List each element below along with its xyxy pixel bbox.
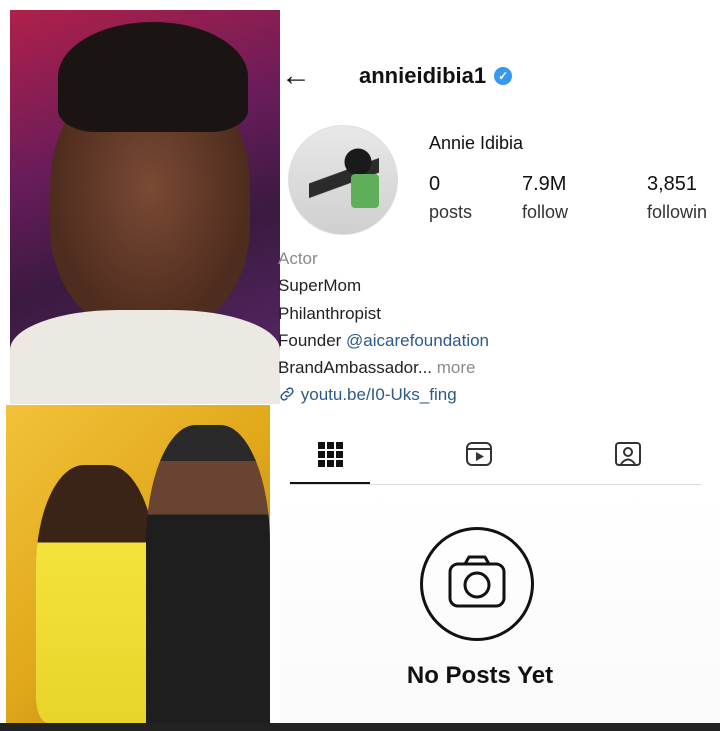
- bio-founder-handle-link[interactable]: @aicarefoundation: [346, 331, 489, 350]
- tagged-icon[interactable]: [614, 440, 642, 468]
- profile-tabs: [290, 432, 702, 484]
- couple-woman: [36, 465, 156, 723]
- followers-count[interactable]: 7.9M: [522, 173, 566, 196]
- avatar-chair: [351, 174, 379, 208]
- verified-badge-icon: ✓: [494, 67, 513, 85]
- posts-label[interactable]: posts: [429, 202, 472, 223]
- bio-category: Actor: [278, 249, 318, 268]
- back-arrow-icon[interactable]: ←: [278, 60, 314, 92]
- couple-man: [146, 425, 270, 723]
- tabs-divider: [290, 484, 702, 485]
- bio-link-text[interactable]: youtu.be/I0-Uks_fing: [301, 385, 457, 404]
- camera-icon: [420, 527, 534, 641]
- couple-photo: [6, 405, 270, 723]
- following-label[interactable]: followin: [647, 202, 720, 223]
- portrait-photo: [10, 10, 280, 404]
- profile-avatar[interactable]: [288, 125, 398, 235]
- screenshot-frame: ← annieidibia1 ✓ Annie Idibia 0 posts 7.…: [0, 0, 720, 731]
- followers-label[interactable]: follow: [522, 202, 604, 223]
- bio-external-link[interactable]: youtu.be/I0-Uks_fing: [278, 385, 457, 405]
- reels-icon[interactable]: [465, 440, 493, 468]
- following-count[interactable]: 3,851: [647, 173, 697, 196]
- profile-header: annieidibia1 ✓: [359, 60, 513, 92]
- portrait-hair: [58, 22, 248, 132]
- bio-brand-text: BrandAmbassador...: [278, 358, 433, 377]
- username: annieidibia1: [359, 63, 487, 88]
- bio-founder-prefix: Founder: [278, 331, 347, 350]
- link-icon: [280, 387, 294, 401]
- posts-count[interactable]: 0: [429, 173, 440, 196]
- bio-line-brand: BrandAmbassador... more: [278, 358, 476, 378]
- bio-line-supermom: SuperMom: [278, 276, 362, 295]
- display-name: Annie Idibia: [429, 133, 524, 153]
- bottom-edge-bar: [0, 723, 720, 731]
- bio-line-founder: Founder @aicarefoundation: [278, 331, 489, 351]
- no-posts-label: No Posts Yet: [406, 662, 554, 689]
- portrait-shirt: [10, 310, 280, 404]
- bio-more-link[interactable]: more: [437, 358, 476, 377]
- grid-icon[interactable]: [316, 440, 344, 468]
- bio-line-philanthropist: Philanthropist: [278, 304, 382, 323]
